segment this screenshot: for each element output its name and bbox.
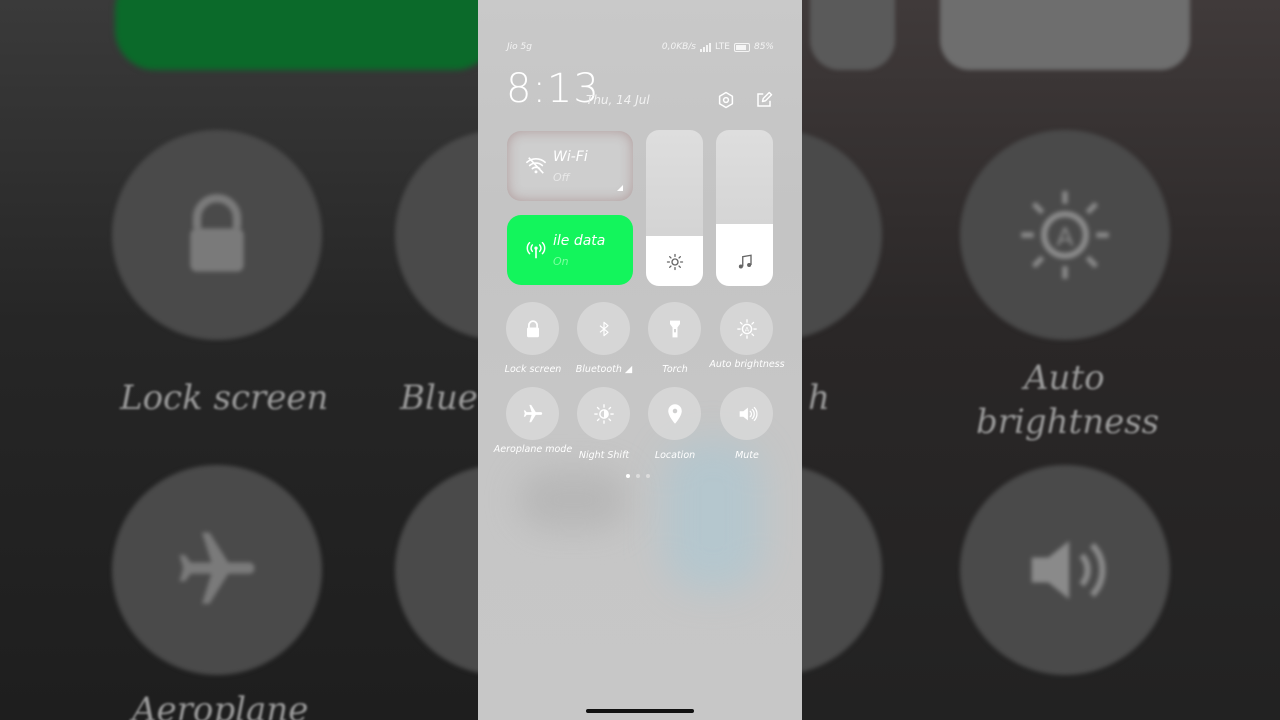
mobile-data-tile[interactable]: ile data On <box>507 215 633 285</box>
page-indicator <box>626 474 650 478</box>
background-label-aeroplane: Aeroplane <box>132 690 309 720</box>
brightness-slider[interactable] <box>646 130 703 286</box>
volume-slider[interactable] <box>716 130 773 286</box>
aeroplane-mode-label: Aeroplane mode <box>493 444 573 455</box>
background-blur-blob <box>663 440 763 590</box>
lock-icon <box>526 319 539 337</box>
background-location-circle <box>802 465 882 675</box>
date: Thu, 14 Jul <box>586 93 650 107</box>
expand-corner-icon <box>617 185 623 191</box>
background-airplane-circle <box>112 465 322 675</box>
gear-icon[interactable] <box>716 90 736 110</box>
background-lock-circle <box>112 130 322 340</box>
background-bluetooth-circle <box>395 130 478 340</box>
wifi-status: Off <box>553 171 570 184</box>
auto-brightness-button[interactable]: A <box>720 302 773 355</box>
airplane-icon <box>179 532 255 604</box>
signal-small-icon: ◢ <box>621 364 633 375</box>
status-bar: Jio 5g 0,0KB/s LTE 85% <box>507 42 774 56</box>
control-center-panel: Jio 5g 0,0KB/s LTE 85% 8:13 Thu, 14 Jul … <box>478 0 802 720</box>
carrier-label: Jio 5g <box>507 42 532 52</box>
network-speed: 0,0KB/s <box>661 42 697 52</box>
background-label-lock: Lock screen <box>120 378 329 418</box>
svg-text:A: A <box>1056 222 1073 251</box>
battery-percent: 85% <box>753 42 774 52</box>
music-note-icon <box>716 253 773 276</box>
background-auto-brightness-circle: A <box>960 130 1170 340</box>
background-slider-card <box>810 0 895 70</box>
bluetooth-label: Bluetooth ◢ <box>575 364 633 375</box>
background-left: Lock screen Blue Aeroplane <box>0 0 478 720</box>
mobile-data-title: ile data <box>553 233 606 249</box>
status-right: 0,0KB/s LTE 85% <box>662 42 774 52</box>
mute-button[interactable] <box>720 387 773 440</box>
wifi-title: Wi-Fi <box>553 149 588 165</box>
night-shift-icon <box>593 403 614 424</box>
background-mobile-data-tile <box>115 0 478 70</box>
location-icon <box>667 403 682 424</box>
wifi-tile[interactable]: Wi-Fi Off <box>507 131 633 201</box>
airplane-icon <box>523 404 542 422</box>
auto-brightness-label: Auto brightness <box>709 359 785 370</box>
signal-icon <box>700 42 712 52</box>
torch-icon <box>669 320 680 337</box>
lock-icon <box>190 194 244 272</box>
background-label-torch: h <box>808 378 830 418</box>
background-label-auto-2: brightness <box>976 402 1160 442</box>
location-label: Location <box>654 450 696 461</box>
sun-icon <box>646 253 703 276</box>
background-nightshift-circle <box>395 465 478 675</box>
lock-screen-button[interactable] <box>506 302 559 355</box>
home-indicator[interactable] <box>586 709 694 713</box>
background-label-bluetooth: Blue <box>400 378 478 418</box>
night-shift-button[interactable] <box>577 387 630 440</box>
speaker-icon <box>739 406 758 421</box>
location-button[interactable] <box>648 387 701 440</box>
battery-icon <box>733 42 750 52</box>
mute-label: Mute <box>735 450 759 461</box>
antenna-icon <box>525 239 546 259</box>
background-slider-card-2 <box>940 0 1190 70</box>
torch-label: Torch <box>662 364 688 375</box>
bluetooth-icon <box>599 321 609 336</box>
torch-button[interactable] <box>648 302 701 355</box>
aeroplane-mode-button[interactable] <box>506 387 559 440</box>
background-blur-blob <box>518 470 628 530</box>
background-mute-circle <box>960 465 1170 675</box>
mobile-data-status: On <box>553 255 569 268</box>
wifi-off-icon <box>525 155 546 175</box>
page-dot <box>636 474 640 478</box>
page-dot <box>626 474 630 478</box>
background-torch-circle <box>802 130 882 340</box>
bluetooth-button[interactable] <box>577 302 630 355</box>
background-right: A h Auto brightness <box>802 0 1280 720</box>
auto-brightness-icon: A <box>1021 191 1109 279</box>
night-shift-label: Night Shift <box>578 450 630 461</box>
speaker-icon <box>1031 540 1106 600</box>
edit-icon[interactable] <box>754 90 774 110</box>
auto-brightness-icon: A <box>736 318 757 339</box>
background-label-auto-1: Auto <box>1024 358 1105 398</box>
network-type: LTE <box>715 42 730 52</box>
lock-screen-label: Lock screen <box>504 364 562 375</box>
svg-text:A: A <box>744 325 749 333</box>
page-dot <box>646 474 650 478</box>
